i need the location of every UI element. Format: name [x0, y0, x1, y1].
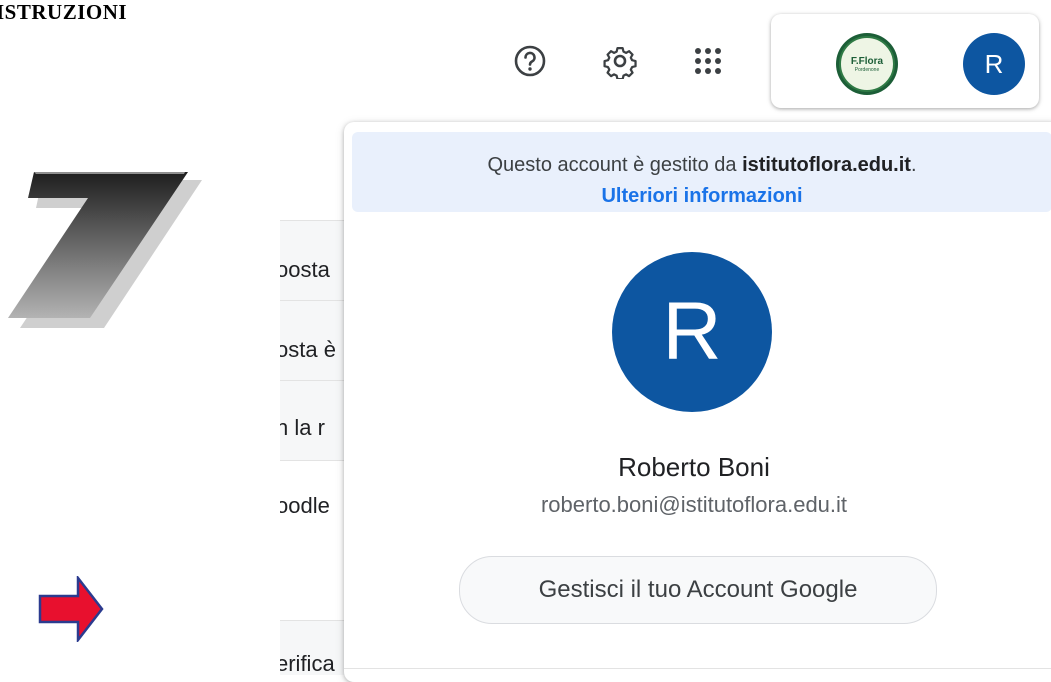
document-heading: ISTRUZIONI — [0, 0, 128, 24]
managed-account-text: Questo account è gestito da istitutoflor… — [487, 154, 917, 176]
divider — [344, 668, 1051, 669]
profile-avatar[interactable]: R — [612, 252, 772, 412]
managed-domain: istitutoflora.edu.it — [742, 154, 911, 176]
account-popup: Questo account è gestito da istitutoflor… — [344, 122, 1051, 682]
gear-icon[interactable] — [600, 41, 640, 81]
manage-account-button[interactable]: Gestisci il tuo Account Google — [459, 556, 937, 624]
user-email: roberto.boni@istitutoflora.edu.it — [540, 492, 848, 517]
account-avatar-button[interactable]: R — [963, 33, 1025, 95]
user-name: Roberto Boni — [618, 452, 770, 482]
organization-logo: F.Flora Pordenone — [836, 33, 898, 95]
help-icon[interactable] — [510, 41, 550, 81]
learn-more-link[interactable]: Ulteriori informazioni — [352, 185, 1051, 208]
apps-grid-icon[interactable] — [688, 41, 728, 81]
managed-account-banner: Questo account è gestito da istitutoflor… — [352, 132, 1051, 212]
step-number-seven — [8, 170, 202, 328]
red-arrow-icon — [38, 576, 104, 642]
